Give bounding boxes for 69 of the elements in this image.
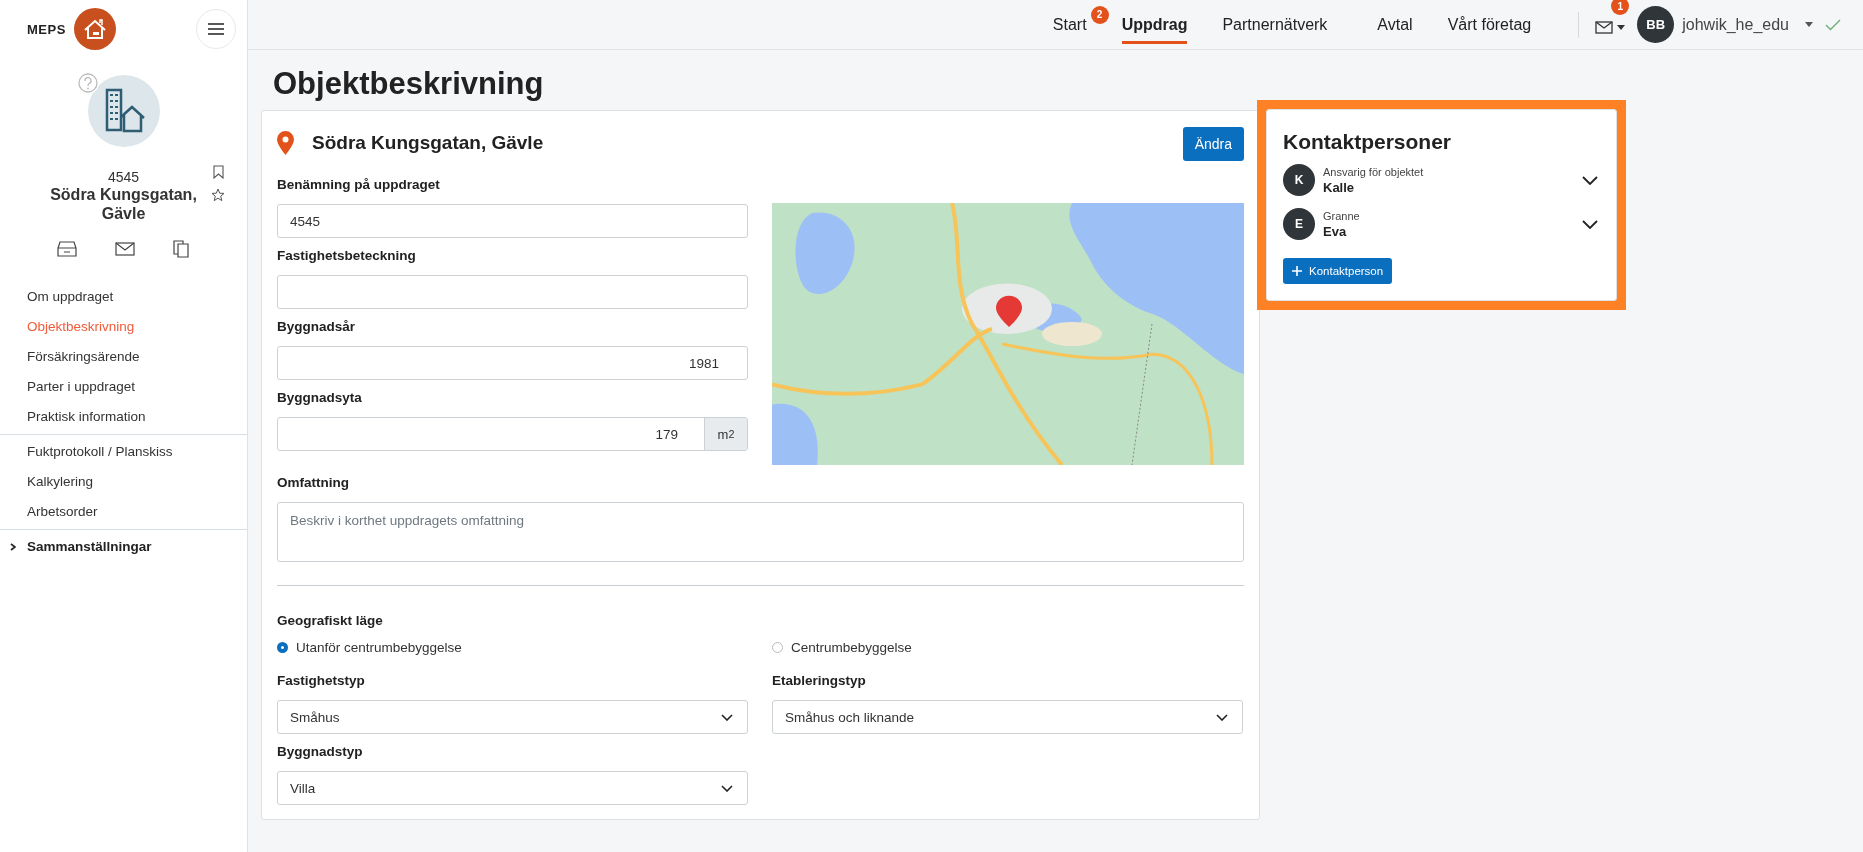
field-label: Benämning på uppdraget (277, 177, 441, 192)
contact-role: Ansvarig för objektet (1323, 165, 1425, 178)
field-label: Fastighetstyp (277, 673, 366, 688)
field-label: Etableringstyp (772, 673, 867, 688)
house-logo-icon (73, 8, 116, 50)
logo-text: MEPS (27, 21, 66, 37)
sidebar-item[interactable]: Parter i uppdraget (0, 372, 247, 402)
field-label: Fastighetsbeteckning (277, 248, 417, 263)
building-avatar-icon (87, 75, 160, 147)
field-label: Geografiskt läge (277, 613, 384, 628)
contact-name: Kalle (1323, 179, 1356, 195)
contact-role: Granne (1323, 209, 1361, 222)
field-label: Byggnadsyta (277, 390, 363, 405)
caret-icon (1805, 22, 1813, 27)
tray-icon[interactable] (57, 240, 77, 257)
mail-icon[interactable] (115, 241, 135, 256)
sidebar-item[interactable]: Försäkringsärende (0, 342, 247, 372)
chevron-icon (10, 542, 16, 551)
sidebar-item[interactable]: Arbetsorder (0, 497, 247, 527)
sidebar-item[interactable]: Om uppdraget (0, 282, 247, 312)
dropdown[interactable]: Småhus och liknande (772, 700, 1243, 734)
dropdown[interactable]: Småhus (277, 700, 748, 734)
menu-button[interactable] (196, 9, 236, 49)
object-number: 4545 (107, 169, 140, 185)
input-field[interactable]: 1981 (277, 346, 748, 380)
nav-tab[interactable]: Vårt företag (1447, 5, 1532, 44)
notification-badge: 1 (1611, 0, 1630, 15)
input-field[interactable] (277, 275, 748, 309)
avatar: E (1283, 208, 1315, 240)
address-heading: Södra Kungsgatan, Gävle (312, 132, 544, 154)
radio-option[interactable]: Utanför centrumbebyggelse (277, 640, 748, 655)
contact-name: Eva (1323, 223, 1348, 239)
sidebar-section[interactable]: Sammanställningar (0, 532, 247, 561)
field-label: Byggnadsår (277, 319, 357, 334)
chevron-icon (721, 784, 733, 792)
dropdown[interactable]: Villa (277, 771, 748, 805)
chevron-icon[interactable] (1582, 219, 1598, 229)
chevron-icon (721, 713, 733, 721)
nav-tab[interactable]: Partnernätverk (1222, 5, 1328, 44)
sidebar-item[interactable]: Kalkylering (0, 467, 247, 497)
caret-icon (1617, 25, 1626, 30)
copy-icon[interactable] (173, 239, 190, 258)
mail-icon (1595, 21, 1614, 34)
sidebar-item[interactable]: Praktisk information (0, 402, 247, 432)
sidebar-item[interactable]: Fuktprotokoll / Planskiss (0, 437, 247, 467)
radio-option[interactable]: Centrumbebyggelse (772, 640, 1243, 655)
chevron-icon (1216, 713, 1228, 721)
menu-icon (208, 23, 224, 35)
nav-tab[interactable]: Uppdrag (1121, 5, 1188, 44)
object-title: Södra Kungsgatan, Gävle (49, 185, 198, 223)
user-menu-button[interactable]: BB johwik_he_edu (1637, 6, 1813, 43)
field-label: Omfattning (277, 475, 350, 490)
edit-button[interactable]: Ändra (1182, 127, 1244, 161)
nav-tab[interactable]: Avtal (1377, 5, 1413, 44)
bookmark-icon[interactable] (212, 165, 224, 179)
card-title: Kontaktpersoner (1283, 130, 1453, 154)
notification-badge: 2 (1090, 5, 1109, 24)
add-contact-button[interactable]: Kontaktperson (1283, 258, 1393, 284)
input-field[interactable]: 4545 (277, 204, 748, 238)
plus-icon (1292, 266, 1302, 276)
page-title: Objektbeskrivning (273, 66, 545, 102)
field-label: Byggnadstyp (277, 744, 364, 759)
check-icon (1825, 18, 1841, 31)
mail-menu-button[interactable] (1595, 21, 1626, 34)
star-icon[interactable] (211, 188, 225, 202)
location-pin-icon (277, 131, 294, 155)
avatar: K (1283, 164, 1315, 196)
text-area[interactable]: Beskriv i korthet uppdragets omfattning (277, 502, 1244, 562)
chevron-icon[interactable] (1582, 175, 1598, 185)
